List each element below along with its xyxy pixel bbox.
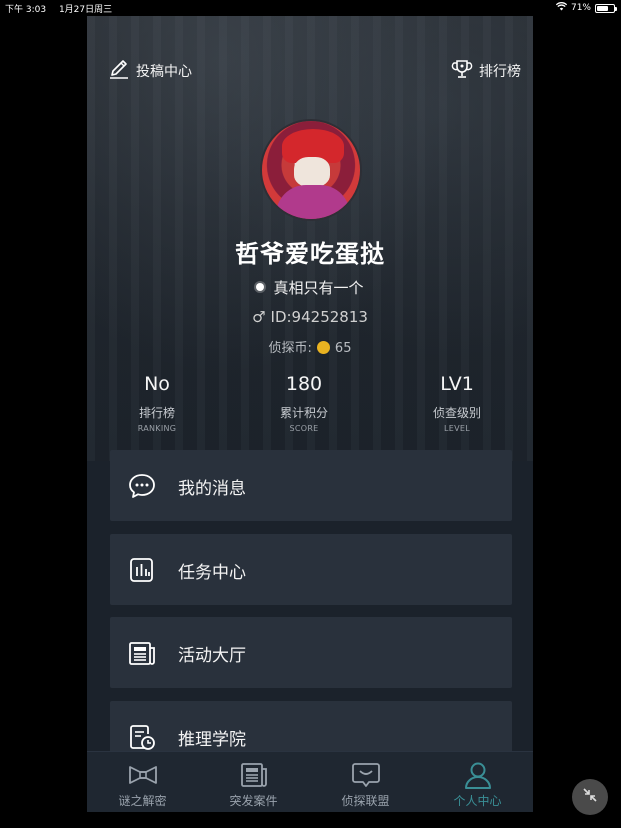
tab-puzzle[interactable]: 谜之解密: [87, 752, 198, 812]
menu-item-label: 任务中心: [178, 563, 246, 583]
motto-text: 真相只有一个: [273, 279, 364, 297]
menu-item-label: 推理学院: [178, 730, 246, 750]
stat-label: 侦查级别: [432, 406, 481, 420]
bullet-dot-icon: [256, 282, 265, 291]
coins-value: 65: [334, 341, 352, 356]
stat-label: 累计积分: [279, 406, 328, 420]
stat-level[interactable]: LV1 侦查级别 LEVEL: [387, 373, 527, 433]
motto: 真相只有一个: [87, 277, 533, 298]
newspaper-icon: [127, 638, 157, 668]
chat-icon: [127, 471, 157, 501]
tab-profile[interactable]: 个人中心: [422, 752, 533, 812]
stat-sublabel: RANKING: [137, 424, 177, 433]
menu-item-events[interactable]: 活动大厅: [110, 617, 512, 688]
document-clock-icon: [127, 722, 157, 752]
battery-percent: 71%: [570, 3, 591, 13]
status-date: 1月27日周三: [58, 5, 113, 15]
stat-sublabel: SCORE: [289, 424, 319, 433]
status-bar: 下午 3:03 1月27日周三 71%: [0, 0, 621, 16]
status-time: 下午 3:03: [5, 5, 47, 15]
user-id: ♂ ID:94252813: [87, 308, 533, 326]
tab-label: 谜之解密: [118, 794, 167, 808]
stat-value: LV1: [440, 373, 474, 395]
tab-label: 个人中心: [453, 794, 502, 808]
stat-ranking[interactable]: No 排行榜 RANKING: [87, 373, 227, 433]
submit-center-label: 投稿中心: [136, 64, 192, 80]
male-icon: ♂: [252, 308, 266, 326]
avatar-face: [294, 157, 330, 187]
submit-center-button[interactable]: 投稿中心: [108, 58, 192, 84]
nickname: 哲爷爱吃蛋挞: [235, 240, 385, 268]
menu-item-messages[interactable]: 我的消息: [110, 450, 512, 521]
task-chart-icon: [127, 555, 157, 585]
pen-icon: [108, 58, 130, 84]
stat-value: No: [144, 373, 170, 395]
menu-item-label: 活动大厅: [178, 646, 246, 666]
stat-sublabel: LEVEL: [444, 424, 470, 433]
person-icon: [422, 760, 533, 790]
coins-label: 侦探币:: [268, 341, 312, 356]
app-screen: 投稿中心 排行榜 哲爷爱吃蛋挞 真相只有一个 ♂ ID:94252813 侦探币:…: [87, 16, 533, 812]
trophy-icon: [451, 58, 473, 84]
battery-icon: [595, 3, 617, 13]
stats-row: No 排行榜 RANKING 180 累计积分 SCORE LV1 侦查级别 L…: [87, 373, 533, 439]
user-id-text: ID:94252813: [270, 308, 368, 326]
newspaper-icon: [198, 760, 309, 790]
menu-item-tasks[interactable]: 任务中心: [110, 534, 512, 605]
avatar-jacket: [276, 185, 350, 219]
coin-icon: [316, 341, 330, 354]
collapse-button[interactable]: [572, 779, 608, 815]
chat-box-icon: [310, 760, 421, 790]
battery-fill: [597, 5, 609, 11]
tab-label: 突发案件: [229, 794, 278, 808]
wifi-icon: [555, 2, 568, 14]
tab-cases[interactable]: 突发案件: [198, 752, 309, 812]
status-right: 71%: [555, 2, 617, 14]
bowtie-icon: [87, 760, 198, 790]
stat-score[interactable]: 180 累计积分 SCORE: [234, 373, 374, 433]
ranking-label: 排行榜: [479, 64, 521, 80]
coin-balance: 侦探币: 65: [87, 337, 533, 356]
status-left: 下午 3:03 1月27日周三: [5, 2, 122, 15]
menu-item-label: 我的消息: [178, 479, 246, 499]
top-nav: 投稿中心 排行榜: [87, 58, 533, 84]
avatar[interactable]: [260, 119, 362, 221]
ranking-button[interactable]: 排行榜: [451, 58, 521, 84]
tab-label: 侦探联盟: [341, 794, 390, 808]
tab-alliance[interactable]: 侦探联盟: [310, 752, 421, 812]
tab-bar: 谜之解密 突发案件 侦探联盟 个人中心: [87, 751, 533, 812]
collapse-arrows-icon: [580, 785, 600, 809]
stat-value: 180: [285, 373, 323, 395]
stat-label: 排行榜: [138, 406, 175, 420]
